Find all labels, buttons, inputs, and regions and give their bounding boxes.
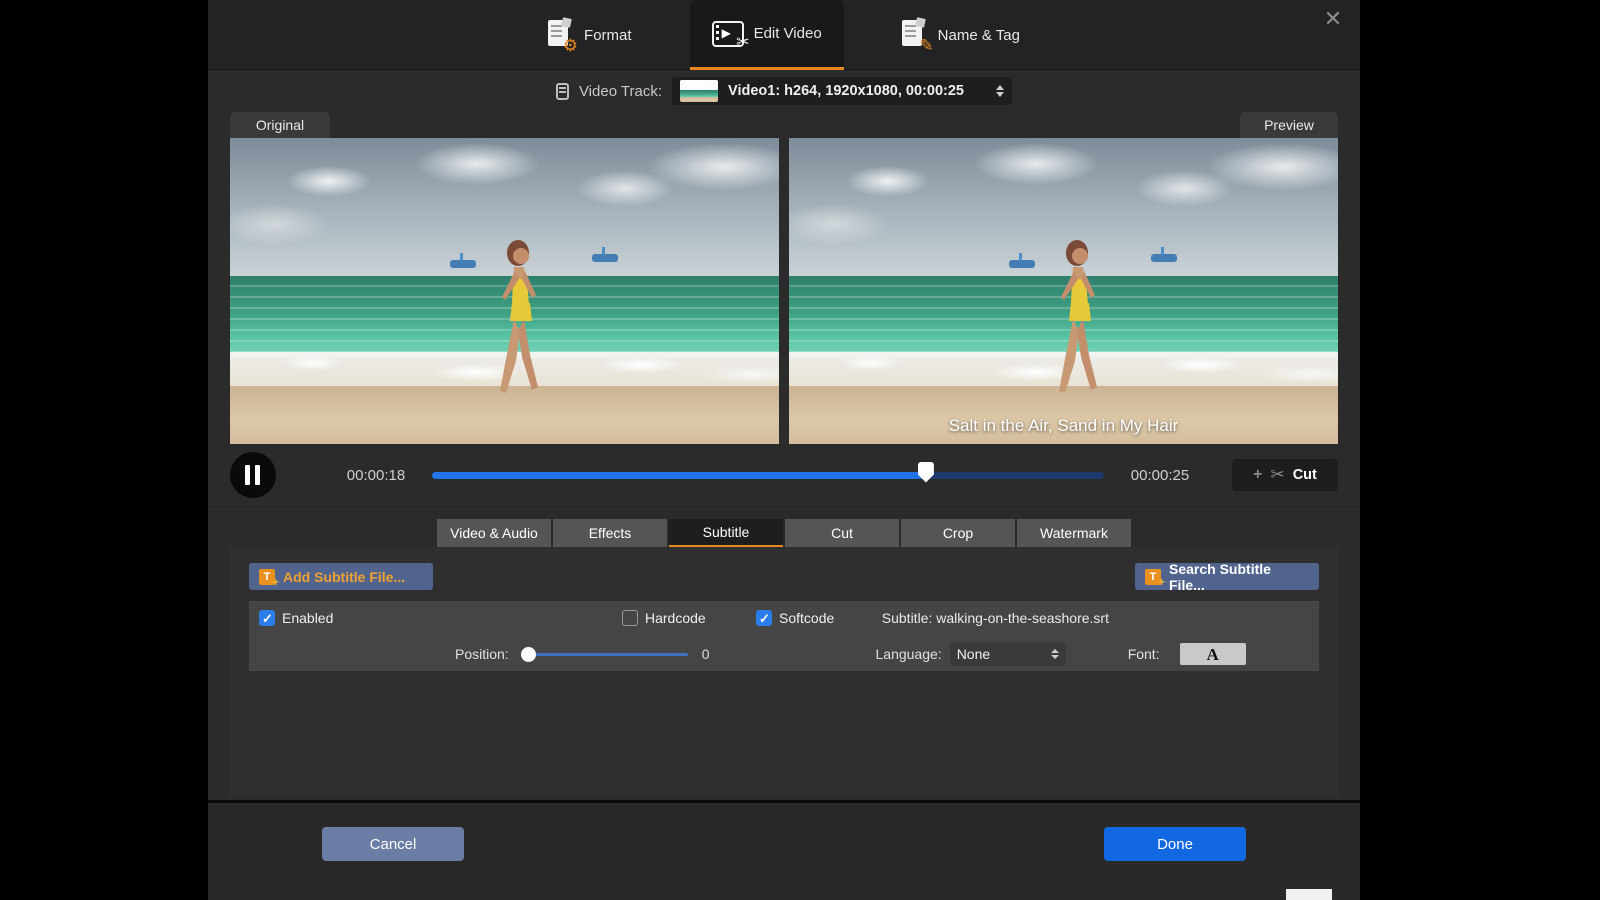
original-video-frame[interactable] <box>230 138 779 444</box>
edit-tabs: Video & Audio Effects Subtitle Cut Crop … <box>208 519 1360 547</box>
video-previews: Salt in the Air, Sand in My Hair <box>208 138 1360 444</box>
chevron-updown-icon <box>1051 649 1059 659</box>
walking-woman <box>472 239 562 414</box>
cancel-button[interactable]: Cancel <box>322 827 464 861</box>
position-slider[interactable] <box>523 653 688 656</box>
hardcode-checkbox[interactable] <box>622 610 638 626</box>
cut-button-label: Cut <box>1293 467 1317 483</box>
walking-woman <box>1031 239 1121 414</box>
video-thumbnail <box>680 80 718 102</box>
subtitle-settings-box: Enabled Hardcode Softcode Subtitle: walk… <box>249 601 1319 671</box>
pause-button[interactable] <box>230 452 276 498</box>
tab-watermark[interactable]: Watermark <box>1017 519 1131 547</box>
position-slider-knob[interactable] <box>521 647 536 662</box>
tab-name-tag-label: Name & Tag <box>938 27 1020 44</box>
current-time: 00:00:18 <box>332 467 420 484</box>
preview-label: Preview <box>1240 112 1338 138</box>
video-track-row: Video Track: Video1: h264, 1920x1080, 00… <box>208 70 1360 112</box>
font-button[interactable]: A <box>1180 643 1246 665</box>
font-label: Font: <box>1128 646 1160 662</box>
add-subtitle-file-label: Add Subtitle File... <box>283 569 405 585</box>
subtitle-file-icon: T <box>1145 569 1161 585</box>
footer-bar: Cancel Done <box>208 800 1360 900</box>
language-select[interactable]: None <box>950 642 1066 666</box>
subtitle-file-icon: T <box>259 569 275 585</box>
screen-background: ⚙ Format ▶ ✂ Edit Video ✎ Name <box>0 0 1600 900</box>
boat <box>592 254 618 262</box>
tab-cut[interactable]: Cut <box>785 519 899 547</box>
subtitle-filename: Subtitle: walking-on-the-seashore.srt <box>882 610 1109 626</box>
boat <box>1151 254 1177 262</box>
header-bar: ⚙ Format ▶ ✂ Edit Video ✎ Name <box>208 0 1360 70</box>
scissors-icon: ✂ <box>1270 465 1284 485</box>
tab-video-audio[interactable]: Video & Audio <box>437 519 551 547</box>
subtitle-panel: T Add Subtitle File... T Search Subtitle… <box>229 547 1339 797</box>
tab-name-tag[interactable]: ✎ Name & Tag <box>880 0 1042 70</box>
tab-edit-video[interactable]: ▶ ✂ Edit Video <box>690 0 844 70</box>
video-track-label: Video Track: <box>579 83 662 100</box>
tab-crop[interactable]: Crop <box>901 519 1015 547</box>
original-label: Original <box>230 112 330 138</box>
corner-artifact <box>1286 889 1332 900</box>
tab-edit-video-label: Edit Video <box>754 25 822 42</box>
search-subtitle-file-button[interactable]: T Search Subtitle File... <box>1135 563 1319 590</box>
chevron-updown-icon <box>996 85 1004 97</box>
video-track-value: Video1: h264, 1920x1080, 00:00:25 <box>728 83 986 99</box>
tab-format[interactable]: ⚙ Format <box>526 0 654 70</box>
enabled-label: Enabled <box>282 610 333 626</box>
preview-video-frame[interactable]: Salt in the Air, Sand in My Hair <box>789 138 1338 444</box>
language-label: Language: <box>876 646 942 662</box>
search-subtitle-file-label: Search Subtitle File... <box>1169 561 1309 593</box>
name-tag-icon: ✎ <box>902 20 928 50</box>
subtitle-overlay-text: Salt in the Air, Sand in My Hair <box>789 416 1338 436</box>
preview-labels-row: Original Preview <box>208 112 1360 138</box>
enabled-checkbox[interactable] <box>259 610 275 626</box>
playhead-handle[interactable] <box>918 462 934 483</box>
total-time: 00:00:25 <box>1116 467 1204 484</box>
edit-video-icon: ▶ ✂ <box>712 21 744 47</box>
cut-button[interactable]: + ✂ Cut <box>1232 459 1338 491</box>
edit-section: Video & Audio Effects Subtitle Cut Crop … <box>208 506 1360 797</box>
close-icon[interactable]: ✕ <box>1320 6 1346 32</box>
font-glyph: A <box>1206 646 1218 663</box>
film-reel-icon <box>556 83 569 100</box>
softcode-label: Softcode <box>779 610 834 626</box>
language-value: None <box>957 646 1051 662</box>
format-icon: ⚙ <box>548 20 574 50</box>
position-label: Position: <box>455 646 509 662</box>
main-tabs: ⚙ Format ▶ ✂ Edit Video ✎ Name <box>208 0 1360 70</box>
tab-subtitle[interactable]: Subtitle <box>669 519 783 547</box>
plus-icon: + <box>1253 466 1262 484</box>
tab-format-label: Format <box>584 27 632 44</box>
app-window: ⚙ Format ▶ ✂ Edit Video ✎ Name <box>208 0 1360 900</box>
video-track-select[interactable]: Video1: h264, 1920x1080, 00:00:25 <box>672 77 1012 105</box>
add-subtitle-file-button[interactable]: T Add Subtitle File... <box>249 563 433 590</box>
done-button[interactable]: Done <box>1104 827 1246 861</box>
tab-effects[interactable]: Effects <box>553 519 667 547</box>
playback-controls: 00:00:18 00:00:25 + ✂ Cut <box>208 444 1360 506</box>
hardcode-label: Hardcode <box>645 610 706 626</box>
seek-progress <box>432 472 926 479</box>
softcode-checkbox[interactable] <box>756 610 772 626</box>
seek-bar[interactable] <box>432 472 1104 479</box>
position-value: 0 <box>702 646 710 662</box>
